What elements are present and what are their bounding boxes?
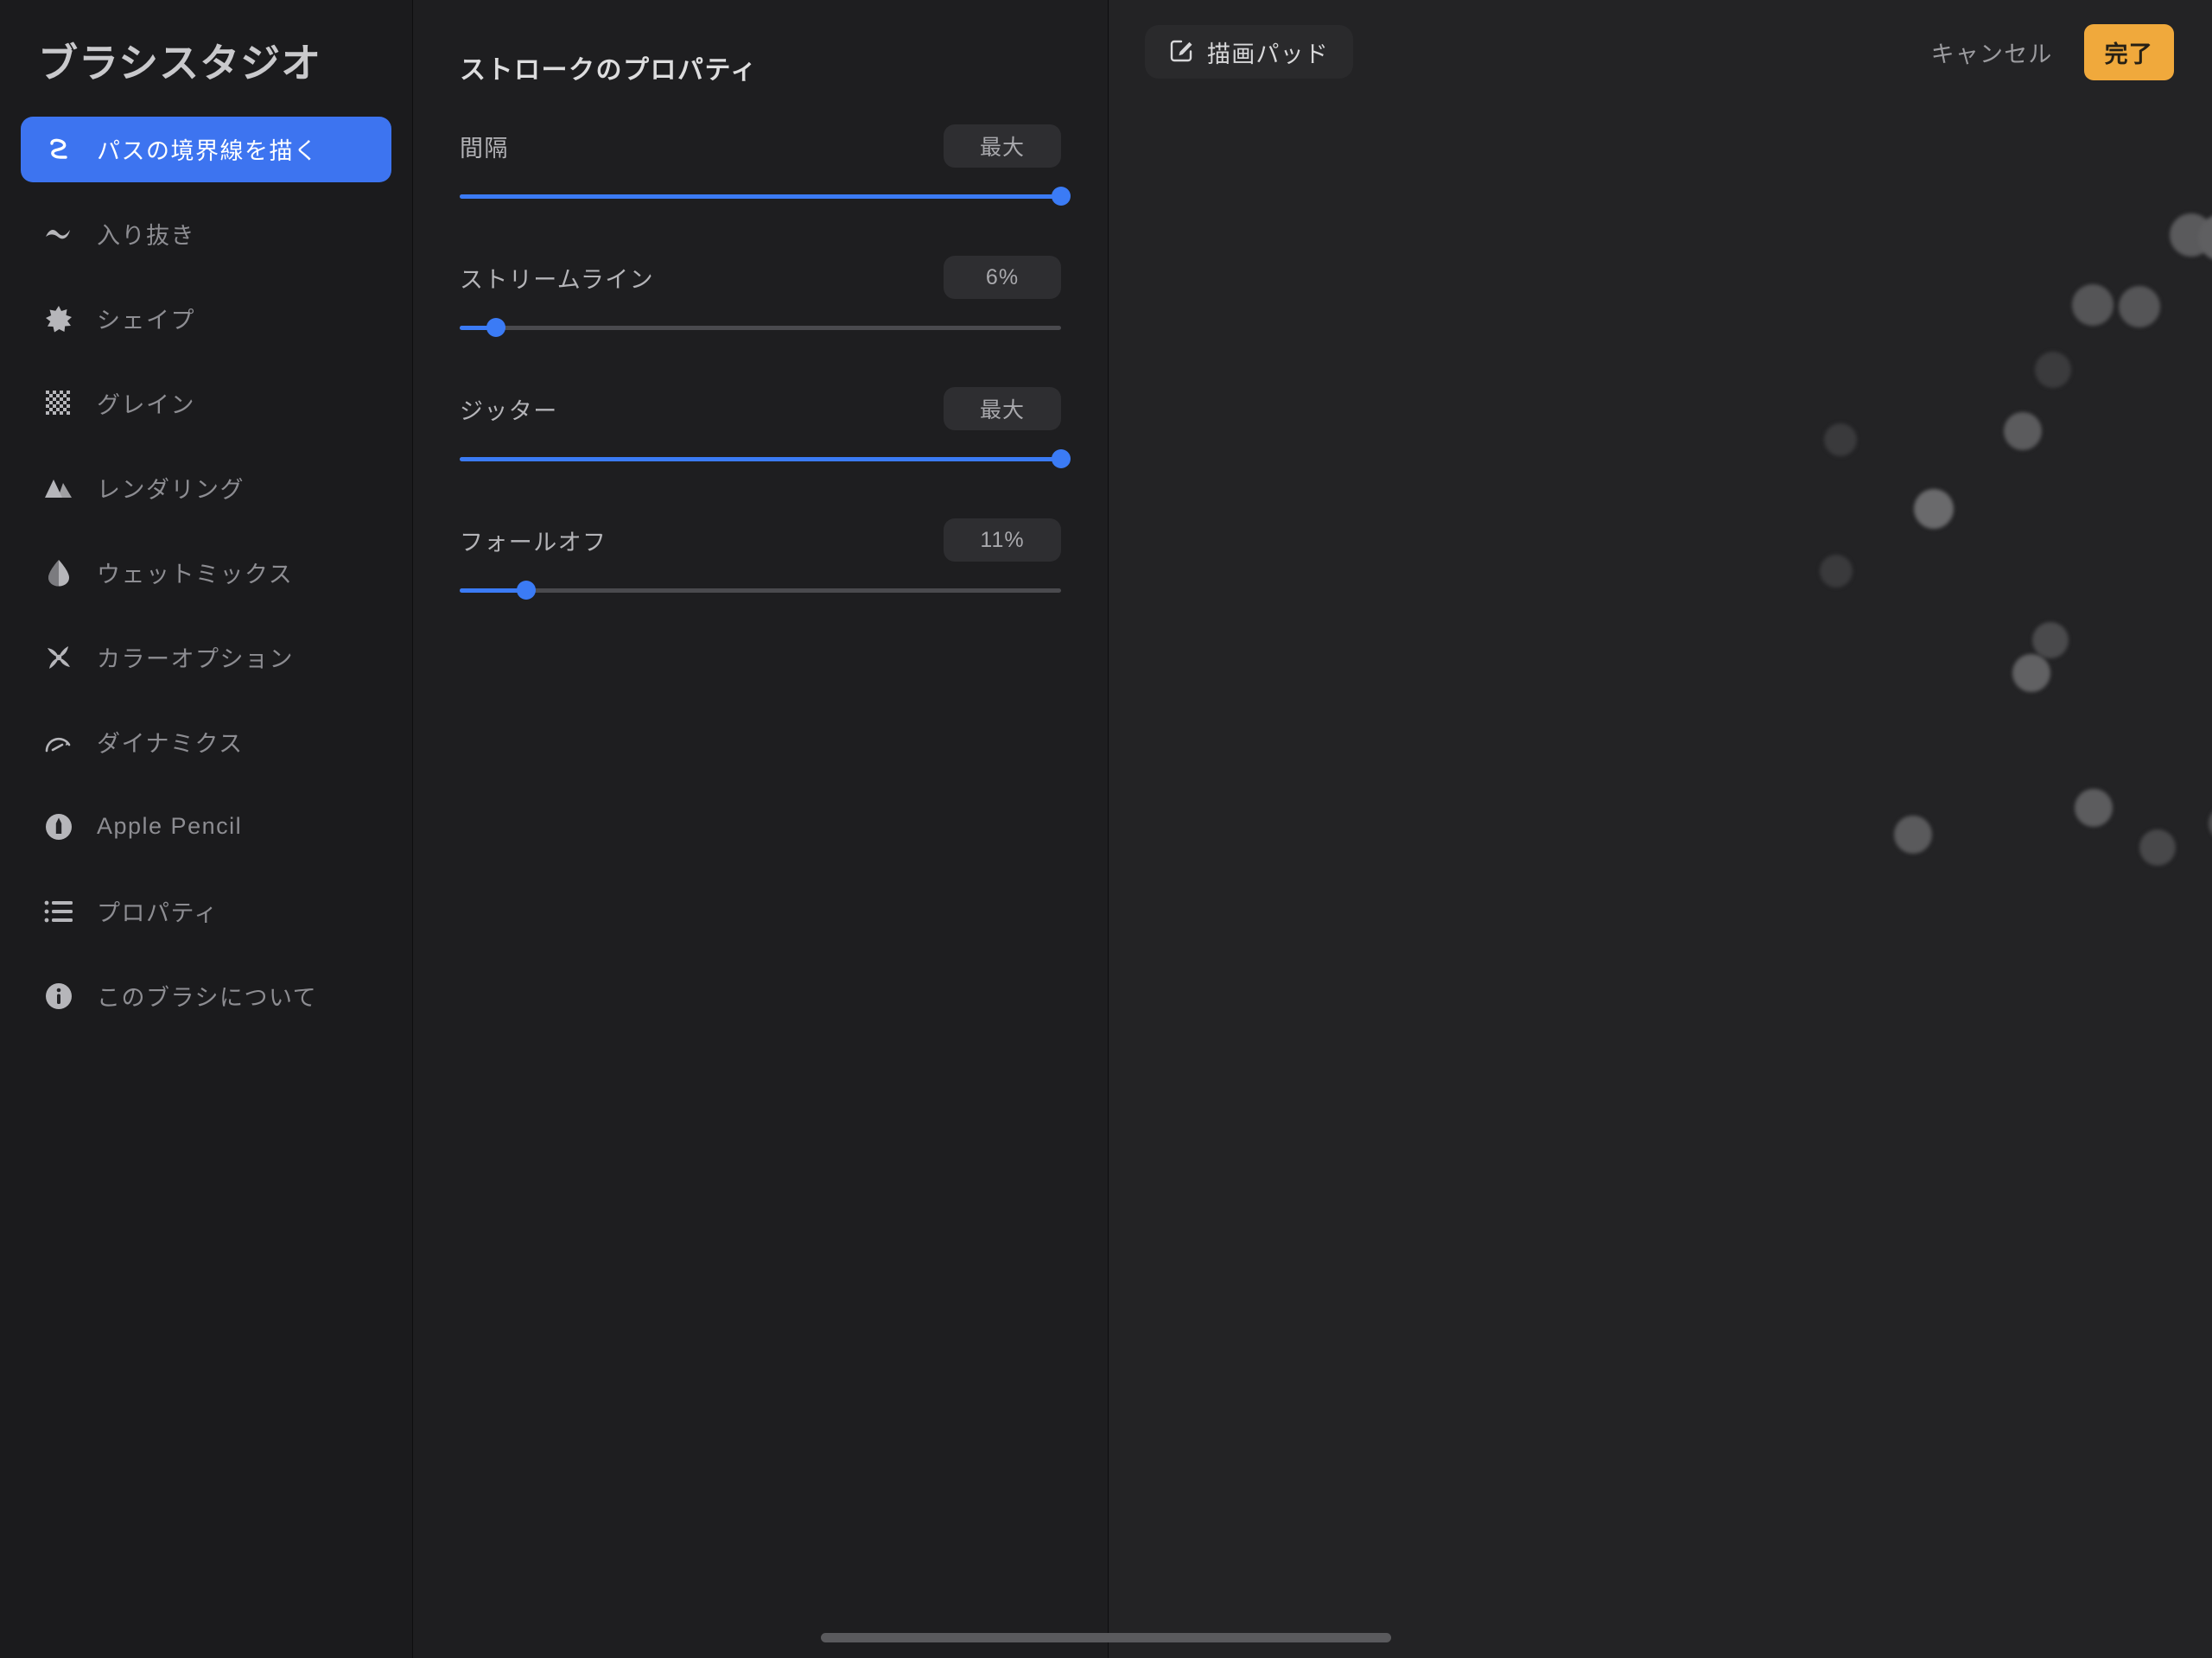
slider-label: ストリームライン [460,266,655,293]
properties-list-icon [40,893,78,931]
slider-label: ジッター [460,397,558,424]
sidebar-item-properties[interactable]: プロパティ [21,879,391,944]
sidebar-item-label: Apple Pencil [97,813,243,840]
sidebar-item-label: 入り抜き [97,223,195,250]
dynamics-gauge-icon [40,723,78,761]
stroke-dot [1824,423,1857,456]
slider-track-fill [460,194,1061,199]
taper-wave-icon [40,215,78,253]
stroke-path-icon [40,130,78,168]
sidebar-item-label: レンダリング [97,477,245,504]
done-button[interactable]: 完了 [2083,23,2174,80]
sidebar-item-label: パスの境界線を描く [97,138,319,165]
stroke-dot [2072,284,2113,326]
sidebar-nav-list: パスの境界線を描く 入り抜き シェイプ グレイン レンダリング ウェットミックス… [0,116,412,1029]
stroke-dot [1914,489,1954,529]
sidebar-item-label: プロパティ [97,900,219,927]
slider-header: フォールオフ 11% [460,518,1061,562]
sidebar-item-shape[interactable]: シェイプ [21,286,391,352]
slider-track-background [460,588,1061,593]
slider-track[interactable] [460,579,1061,601]
slider-falloff: フォールオフ 11% [460,518,1061,601]
brush-studio-window: ブラシスタジオ パスの境界線を描く 入り抜き シェイプ グレイン レンダリング … [0,0,2212,1658]
slider-header: ストリームライン 6% [460,256,1061,299]
slider-thumb[interactable] [1052,449,1071,468]
sidebar-item-label: このブラシについて [97,985,318,1012]
slider-streamline: ストリームライン 6% [460,256,1061,339]
drawing-preview-pane[interactable]: 描画パッド キャンセル 完了 [1109,0,2212,1658]
slider-value-chip[interactable]: 最大 [944,124,1061,168]
sidebar-item-about-brush[interactable]: このブラシについて [21,963,391,1029]
slider-value-chip[interactable]: 最大 [944,387,1061,430]
stroke-dot [2139,829,2176,866]
rendering-mountains-icon [40,469,78,507]
grain-checker-icon [40,384,78,422]
slider-label: 間隔 [460,135,509,162]
stroke-dot [1894,816,1932,854]
slider-thumb[interactable] [486,318,505,337]
properties-panel-title: ストロークのプロパティ [460,56,758,85]
slider-value-chip[interactable]: 11% [944,518,1061,562]
stroke-preview-canvas[interactable] [1109,0,2212,1658]
sidebar-item-label: グレイン [97,392,195,419]
sidebar: ブラシスタジオ パスの境界線を描く 入り抜き シェイプ グレイン レンダリング … [0,0,413,1658]
sidebar-item-grain[interactable]: グレイン [21,371,391,436]
slider-jitter: ジッター 最大 [460,387,1071,470]
sidebar-item-taper[interactable]: 入り抜き [21,201,391,267]
slider-header: ジッター 最大 [460,387,1061,430]
color-options-pinwheel-icon [40,638,78,677]
sidebar-item-rendering[interactable]: レンダリング [21,455,391,521]
slider-value-chip[interactable]: 6% [944,256,1061,299]
canvas-toolbar: 描画パッド キャンセル 完了 [1109,0,2212,104]
sidebar-item-stroke-path[interactable]: パスの境界線を描く [21,116,391,182]
compose-pencil-square-icon [1169,37,1195,67]
sidebar-item-apple-pencil[interactable]: Apple Pencil [21,794,391,860]
sidebar-item-label: ウェットミックス [97,562,294,588]
stroke-dot [1820,555,1853,588]
slider-track[interactable] [460,316,1061,339]
slider-track[interactable] [460,185,1071,207]
slider-label: フォールオフ [460,529,607,556]
stroke-dot [2209,805,2212,842]
slider-thumb[interactable] [1052,187,1071,206]
stroke-dot [2075,789,2113,827]
slider-thumb[interactable] [516,581,536,600]
wet-mix-droplet-icon [40,554,78,592]
slider-spacing: 間隔 最大 [460,124,1071,207]
apple-pencil-icon [40,808,78,846]
stroke-dot [2004,412,2042,450]
page-title: ブラシスタジオ [38,41,322,86]
drawing-pad-button[interactable]: 描画パッド [1145,25,1353,79]
drawing-pad-button-label: 描画パッド [1207,41,1329,67]
stroke-dot [2012,654,2050,692]
home-indicator[interactable] [821,1633,1391,1642]
stroke-dot [2032,622,2069,658]
sidebar-item-label: カラーオプション [97,646,294,673]
slider-track[interactable] [460,448,1071,470]
stroke-properties-panel: ストロークのプロパティ 間隔 最大 ストリームライン 6% ジッター 最大 フォ… [413,0,1109,1658]
cancel-button[interactable]: キャンセル [1931,35,2053,69]
sidebar-item-dynamics[interactable]: ダイナミクス [21,709,391,775]
sidebar-item-wet-mix[interactable]: ウェットミックス [21,540,391,606]
slider-track-fill [460,456,1061,461]
sidebar-item-label: シェイプ [97,308,195,334]
stroke-dot [2035,352,2071,388]
slider-track-background [460,325,1061,330]
sidebar-item-color-options[interactable]: カラーオプション [21,625,391,690]
sidebar-item-label: ダイナミクス [97,731,244,758]
stroke-dot [2119,286,2160,327]
slider-header: 間隔 最大 [460,124,1061,168]
shape-burst-icon [40,300,78,338]
toolbar-actions: キャンセル 完了 [1931,23,2174,80]
info-circle-icon [40,977,78,1015]
